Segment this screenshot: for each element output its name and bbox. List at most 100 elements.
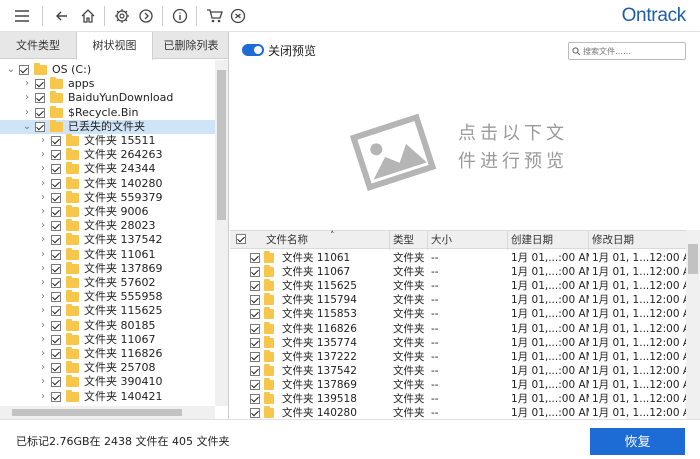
tree-item[interactable]: › 文件夹 390410 [0, 375, 215, 389]
table-row[interactable]: 文件夹 137542 文件夹 -- 1月 01,...:00 AM 1月 01, 1..… [230, 363, 686, 378]
tree-item-checkbox[interactable] [51, 192, 61, 203]
chevron-down-icon[interactable]: ⌄ [22, 120, 32, 134]
tree-item[interactable]: › BaiduYunDownload [0, 91, 215, 105]
table-row[interactable]: 文件夹 115625 文件夹 -- 1月 01,...:00 AM 1月 01, 1..… [230, 279, 686, 293]
user-icon[interactable] [228, 6, 248, 26]
cart-icon[interactable] [204, 6, 224, 26]
row-checkbox[interactable] [250, 337, 260, 348]
row-checkbox[interactable] [250, 253, 260, 263]
restore-button[interactable]: 恢复 [590, 428, 685, 455]
tree-item-checkbox[interactable] [51, 349, 61, 359]
info-icon[interactable] [170, 6, 190, 26]
row-checkbox[interactable] [250, 309, 260, 320]
tree-item[interactable]: › 文件夹 137542 [0, 233, 215, 247]
row-checkbox[interactable] [250, 295, 260, 306]
tree-horizontal-scrollbar[interactable] [0, 406, 215, 419]
chevron-right-icon[interactable]: › [22, 91, 32, 105]
column-header-name[interactable]: 文件名称 ˄ [254, 231, 390, 250]
chevron-right-icon[interactable]: › [38, 191, 48, 205]
tree-item-checkbox[interactable] [35, 79, 45, 90]
tree-item[interactable]: › 文件夹 24344 [0, 162, 215, 176]
tree-item[interactable]: › 文件夹 555958 [0, 290, 215, 304]
header-checkbox-cell[interactable] [230, 231, 254, 250]
tree-item[interactable]: › 文件夹 9006 [0, 205, 215, 219]
tree-item-checkbox[interactable] [51, 178, 61, 189]
column-header-modified[interactable]: 修改日期 [589, 231, 686, 250]
row-checkbox[interactable] [250, 267, 260, 278]
tree-item-checkbox[interactable] [35, 93, 45, 104]
column-header-created[interactable]: 创建日期 [508, 231, 589, 250]
tree-item-checkbox[interactable] [51, 334, 61, 345]
tree-item[interactable]: › 文件夹 115625 [0, 304, 215, 318]
tree-item-checkbox[interactable] [35, 107, 45, 118]
tab-tree-view[interactable]: 树状视图 [76, 32, 153, 60]
tree-item[interactable]: ⌄ OS (C:) [0, 63, 215, 77]
scroll-thumb[interactable] [12, 409, 182, 416]
scroll-thumb[interactable] [688, 244, 698, 274]
tab-file-type[interactable]: 文件类型 [0, 32, 76, 59]
row-checkbox[interactable] [250, 379, 260, 390]
chevron-right-icon[interactable]: › [38, 375, 48, 389]
table-row[interactable]: 文件夹 140280 文件夹 -- 1月 01,...:00 AM 1月 01, 1..… [230, 406, 686, 419]
table-vertical-scrollbar[interactable] [686, 230, 700, 419]
row-checkbox[interactable] [250, 323, 260, 334]
chevron-right-icon[interactable]: › [38, 390, 48, 404]
chevron-right-icon[interactable]: › [38, 276, 48, 290]
tree-item-checkbox[interactable] [51, 207, 61, 217]
table-row[interactable]: 文件夹 116826 文件夹 -- 1月 01,...:00 AM 1月 01, 1..… [230, 321, 686, 336]
tree-item[interactable]: › 文件夹 116826 [0, 347, 215, 361]
row-checkbox[interactable] [250, 365, 260, 376]
history-icon[interactable] [136, 6, 156, 26]
tree-item-checkbox[interactable] [51, 278, 61, 288]
chevron-right-icon[interactable]: › [22, 77, 32, 91]
back-icon[interactable] [52, 6, 72, 26]
chevron-right-icon[interactable]: › [38, 248, 48, 262]
home-icon[interactable] [78, 6, 98, 26]
chevron-right-icon[interactable]: › [38, 262, 48, 276]
tree-item-checkbox[interactable] [51, 150, 61, 161]
tree-item-checkbox[interactable] [51, 377, 61, 388]
tree-item[interactable]: › 文件夹 25708 [0, 361, 215, 375]
tree-item[interactable]: › apps [0, 77, 215, 91]
tree-item[interactable]: › 文件夹 140280 [0, 176, 215, 191]
chevron-down-icon[interactable]: ⌄ [6, 63, 16, 77]
tree-item-checkbox[interactable] [51, 292, 61, 303]
tree-item[interactable]: › $Recycle.Bin [0, 105, 215, 120]
scroll-thumb[interactable] [217, 70, 226, 220]
select-all-checkbox[interactable] [236, 234, 246, 244]
chevron-right-icon[interactable]: › [38, 233, 48, 247]
tab-deleted-list[interactable]: 已删除列表 [153, 32, 228, 59]
chevron-right-icon[interactable]: › [22, 106, 32, 120]
table-row[interactable]: 文件夹 11061 文件夹 -- 1月 01,...:00 AM 1月 01, 1...… [230, 251, 686, 265]
tree-item[interactable]: › 文件夹 264263 [0, 148, 215, 162]
row-checkbox[interactable] [250, 394, 260, 404]
tree-item-checkbox[interactable] [51, 306, 61, 317]
tree-item-checkbox[interactable] [51, 136, 61, 146]
table-row[interactable]: 文件夹 137869 文件夹 -- 1月 01,...:00 AM 1月 01, 1..… [230, 377, 686, 392]
tree-item[interactable]: › 文件夹 559379 [0, 190, 215, 205]
row-checkbox[interactable] [250, 281, 260, 292]
chevron-right-icon[interactable]: › [38, 333, 48, 347]
table-row[interactable]: 文件夹 139518 文件夹 -- 1月 01,...:00 AM 1月 01, 1..… [230, 392, 686, 406]
tree-item-checkbox[interactable] [51, 164, 61, 175]
chevron-right-icon[interactable]: › [38, 347, 48, 361]
tree-item[interactable]: › 文件夹 80185 [0, 318, 215, 333]
search-input[interactable]: 搜索文件…… [568, 42, 686, 60]
tree-item-checkbox[interactable] [51, 391, 61, 402]
tree-item[interactable]: › 文件夹 57602 [0, 276, 215, 290]
column-header-size[interactable]: 大小 [428, 231, 508, 250]
table-row[interactable]: 文件夹 115853 文件夹 -- 1月 01,...:00 AM 1月 01, 1..… [230, 307, 686, 321]
tree-item[interactable]: › 文件夹 140421 [0, 389, 215, 404]
tree-item[interactable]: › 文件夹 137869 [0, 261, 215, 276]
column-header-type[interactable]: 类型 [390, 231, 428, 250]
tree-item[interactable]: ⌄ 已丢失的文件夹 [0, 119, 215, 134]
chevron-right-icon[interactable]: › [38, 205, 48, 219]
tree-item[interactable]: › 文件夹 11061 [0, 247, 215, 262]
preview-toggle[interactable] [242, 44, 264, 56]
table-row[interactable]: 文件夹 11067 文件夹 -- 1月 01,...:00 AM 1月 01, 1...… [230, 265, 686, 279]
tree-item-checkbox[interactable] [51, 320, 61, 331]
tree-item-checkbox[interactable] [51, 249, 61, 260]
chevron-right-icon[interactable]: › [38, 148, 48, 162]
tree-item[interactable]: › 文件夹 28023 [0, 219, 215, 233]
tree-item[interactable]: › 文件夹 11067 [0, 332, 215, 347]
